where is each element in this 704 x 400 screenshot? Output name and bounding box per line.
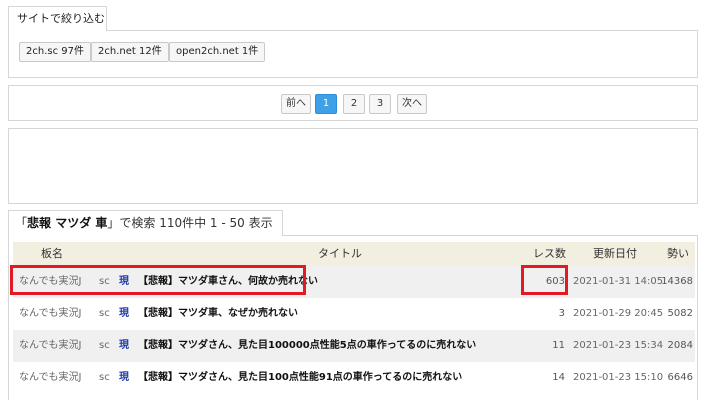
momentum-value: 14368	[661, 276, 693, 287]
updated-date: 2021-01-31 14:05	[573, 276, 664, 287]
current-mark[interactable]: 現	[119, 266, 129, 298]
table-header: 板名 タイトル レス数 更新日付 勢い	[13, 242, 695, 266]
page-1-button[interactable]: 1	[315, 94, 337, 114]
board-link[interactable]: なんでも実況J	[19, 330, 81, 362]
page-3-button[interactable]: 3	[369, 94, 391, 114]
thread-title-link[interactable]: 【悲報】マツダさん、見た目100000点性能5点の車作ってるのに売れない	[138, 330, 476, 362]
header-date: 更新日付	[593, 247, 637, 260]
table-row[interactable]: なんでも実況J sc 現 【悲報】マツダ車さん、何故か売れない 603 2021…	[13, 266, 695, 298]
thread-title-link[interactable]: 【悲報】マツダ車さん、何故か売れない	[138, 266, 318, 298]
momentum-value: 5082	[667, 308, 693, 319]
header-title: タイトル	[318, 247, 362, 260]
board-link[interactable]: なんでも実況J	[19, 362, 81, 394]
search-result-count: で検索 110件中 1 - 50 表示	[119, 216, 273, 230]
current-mark[interactable]: 現	[119, 298, 129, 330]
prev-page-button[interactable]: 前へ	[281, 94, 311, 114]
current-mark[interactable]: 現	[119, 330, 129, 362]
updated-date: 2021-01-29 20:45	[573, 308, 664, 319]
site-filter-panel: 2ch.sc 97件 2ch.net 12件 open2ch.net 1件	[8, 30, 698, 78]
table-row[interactable]: なんでも実況J sc 現 【悲報】マツダさん、見た目100000点性能5点の車作…	[13, 330, 695, 362]
momentum-value: 6646	[667, 372, 693, 383]
search-open-quote: 「	[15, 216, 28, 230]
res-count: 11	[552, 340, 565, 351]
updated-date: 2021-01-23 15:10	[573, 372, 664, 383]
search-close-quote: 」	[107, 216, 120, 230]
board-link[interactable]: なんでも実況J	[19, 266, 81, 298]
site-chip-2ch-net[interactable]: 2ch.net 12件	[91, 42, 169, 62]
res-count: 14	[552, 372, 565, 383]
table-row[interactable]: なんでも実況J sc 現 【悲報】マツダさん、見た目100点性能91点の車作って…	[13, 362, 695, 394]
search-query: 悲報 マツダ 車	[27, 216, 108, 230]
site-label: sc	[99, 308, 110, 319]
pagination: 前へ 1 2 3 次へ	[8, 85, 698, 121]
site-label: sc	[99, 276, 110, 287]
site-chip-2ch-sc[interactable]: 2ch.sc 97件	[19, 42, 91, 62]
header-board: 板名	[41, 247, 63, 260]
thread-title-link[interactable]: 【悲報】マツダさん、見た目100点性能91点の車作ってるのに売れない	[138, 362, 462, 394]
site-chip-open2ch-net[interactable]: open2ch.net 1件	[169, 42, 266, 62]
blank-panel	[8, 128, 698, 204]
header-momentum: 勢い	[667, 247, 689, 260]
site-label: sc	[99, 372, 110, 383]
site-label: sc	[99, 340, 110, 351]
page-2-button[interactable]: 2	[343, 94, 365, 114]
table-row[interactable]: なんでも実況J sc 現 【悲報】マツダ車、なぜか売れない 3 2021-01-…	[13, 298, 695, 330]
next-page-button[interactable]: 次へ	[397, 94, 427, 114]
results-table: 板名 タイトル レス数 更新日付 勢い なんでも実況J sc 現 【悲報】マツダ…	[8, 235, 698, 400]
res-count: 603	[545, 276, 565, 287]
momentum-value: 2084	[667, 340, 693, 351]
board-link[interactable]: なんでも実況J	[19, 298, 81, 330]
res-count: 3	[558, 308, 565, 319]
header-res: レス数	[533, 247, 566, 260]
updated-date: 2021-01-23 15:34	[573, 340, 664, 351]
search-summary: 「悲報 マツダ 車」で検索 110件中 1 - 50 表示	[8, 210, 283, 236]
site-filter-tab[interactable]: サイトで絞り込む	[8, 6, 107, 31]
current-mark[interactable]: 現	[119, 362, 129, 394]
thread-title-link[interactable]: 【悲報】マツダ車、なぜか売れない	[138, 298, 298, 330]
